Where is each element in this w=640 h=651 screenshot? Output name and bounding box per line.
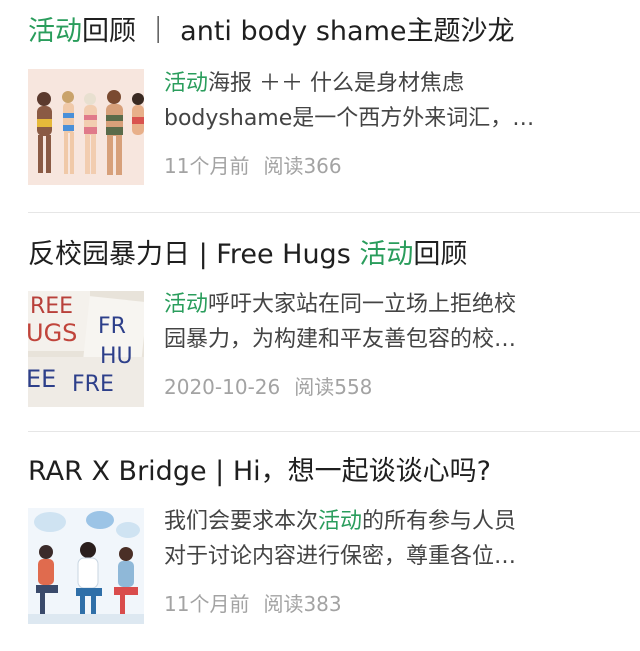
summary-line-2: 园暴力，为构建和平友善包容的校… (164, 327, 517, 352)
article-item-1[interactable]: 活动回顾 ｜ anti body shame主题沙龙 活动海报 ＋＋ 什么是身材… (0, 0, 640, 210)
summary-highlight: 活动 (318, 509, 363, 534)
article-read-count: 阅读383 (263, 592, 342, 616)
article-title[interactable]: 反校园暴力日 | Free Hugs 活动回顾 (28, 237, 467, 273)
article-item-3[interactable]: RAR X Bridge | Hi，想一起谈谈心吗? 我们会要求本次活动的所有参… (0, 432, 640, 651)
svg-text:FR: FR (98, 314, 126, 339)
title-highlight: 活动 (359, 239, 414, 270)
group-conversation-illustration-icon (28, 508, 144, 624)
article-read-count: 阅读366 (263, 154, 342, 178)
article-title[interactable]: RAR X Bridge | Hi，想一起谈谈心吗? (28, 454, 491, 490)
article-summary: 我们会要求本次活动的所有参与人员 对于讨论内容进行保密，尊重各位… (164, 504, 614, 574)
svg-text:REE: REE (30, 294, 73, 319)
article-thumbnail[interactable] (28, 508, 144, 624)
summary-text: 海报 ＋＋ 什么是身材焦虑 (208, 71, 465, 96)
article-meta: 2020-10-26 阅读558 (164, 373, 372, 401)
article-date: 11个月前 (164, 154, 250, 178)
summary-text-end: 的所有参与人员 (362, 509, 517, 534)
svg-text:HU: HU (100, 344, 133, 369)
title-highlight: 活动 (28, 16, 82, 47)
article-meta: 11个月前 阅读383 (164, 590, 342, 618)
summary-text: 我们会要求本次 (164, 509, 319, 534)
article-summary: 活动呼吁大家站在同一立场上拒绝校 园暴力，为构建和平友善包容的校… (164, 287, 614, 357)
summary-text: 呼吁大家站在同一立场上拒绝校 (208, 292, 517, 317)
summary-line-2: 对于讨论内容进行保密，尊重各位… (164, 544, 517, 569)
title-text: 回顾 ｜ anti body shame主题沙龙 (82, 16, 515, 47)
svg-text:UGS: UGS (28, 319, 77, 347)
article-thumbnail[interactable] (28, 69, 144, 185)
summary-line-2: bodyshame是一个西方外来词汇，… (164, 106, 535, 131)
summary-highlight: 活动 (164, 71, 209, 96)
article-read-count: 阅读558 (294, 375, 373, 399)
title-text: 反校园暴力日 | Free Hugs (28, 239, 360, 270)
article-item-2[interactable]: 反校园暴力日 | Free Hugs 活动回顾 REE UGS FR HU EE… (0, 213, 640, 429)
free-hugs-signs-icon: REE UGS FR HU EE FRE (28, 291, 144, 407)
body-positivity-illustration-icon (28, 69, 144, 185)
article-thumbnail[interactable]: REE UGS FR HU EE FRE (28, 291, 144, 407)
article-date: 2020-10-26 (164, 375, 281, 399)
article-date: 11个月前 (164, 592, 250, 616)
article-summary: 活动海报 ＋＋ 什么是身材焦虑 bodyshame是一个西方外来词汇，… (164, 66, 614, 136)
title-text-end: 回顾 (413, 239, 468, 270)
svg-text:FRE: FRE (72, 372, 114, 397)
svg-text:EE: EE (28, 365, 56, 393)
summary-highlight: 活动 (164, 292, 209, 317)
article-meta: 11个月前 阅读366 (164, 152, 342, 180)
article-title[interactable]: 活动回顾 ｜ anti body shame主题沙龙 (28, 14, 515, 50)
